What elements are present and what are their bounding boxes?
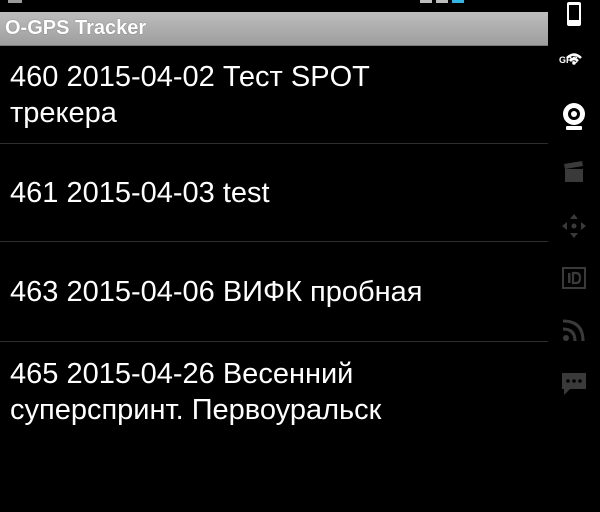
list-item[interactable]: 465 2015-04-26 Весенний суперспринт. Пер…: [0, 342, 548, 442]
list-item-text: 460 2015-04-02 Тест SPOT трекера: [10, 60, 370, 129]
id-card-icon: [562, 267, 586, 289]
webcam-icon: [563, 103, 585, 130]
battery-icon: [452, 0, 464, 3]
clapperboard-icon: [564, 161, 583, 182]
chat-button[interactable]: [548, 360, 600, 408]
side-toolbar: GPS: [548, 0, 600, 512]
video-button[interactable]: [548, 148, 600, 196]
list-item-text: 465 2015-04-26 Весенний суперспринт. Пер…: [10, 358, 382, 426]
list-item[interactable]: 461 2015-04-03 test: [0, 144, 548, 242]
system-icons: [420, 0, 464, 4]
wifi-icon: [436, 0, 448, 3]
move-button[interactable]: [548, 202, 600, 250]
list-item-text: 461 2015-04-03 test: [10, 176, 270, 209]
app-title: O-GPS Tracker: [5, 17, 147, 39]
gps-label: GPS: [559, 55, 579, 65]
signal-icon: [420, 0, 432, 3]
chat-icon: [562, 373, 586, 395]
phone-button[interactable]: [548, 0, 600, 38]
webcam-button[interactable]: [548, 92, 600, 140]
move-arrows-icon: [562, 214, 586, 238]
id-button[interactable]: [548, 254, 600, 302]
list-item[interactable]: 463 2015-04-06 ВИФК пробная: [0, 242, 548, 342]
gps-button[interactable]: GPS: [548, 40, 600, 88]
rss-feed-icon: [562, 319, 585, 342]
title-bar: O-GPS Tracker: [0, 12, 548, 46]
overflow-menu-icon[interactable]: [8, 0, 22, 3]
phone-icon: [567, 2, 581, 26]
feed-button[interactable]: [548, 306, 600, 354]
list-item[interactable]: 460 2015-04-02 Тест SPOT трекера: [0, 46, 548, 144]
status-bar: [0, 0, 548, 12]
list-item-text: 463 2015-04-06 ВИФК пробная: [10, 275, 423, 308]
track-list: 460 2015-04-02 Тест SPOT трекера 461 201…: [0, 46, 548, 442]
